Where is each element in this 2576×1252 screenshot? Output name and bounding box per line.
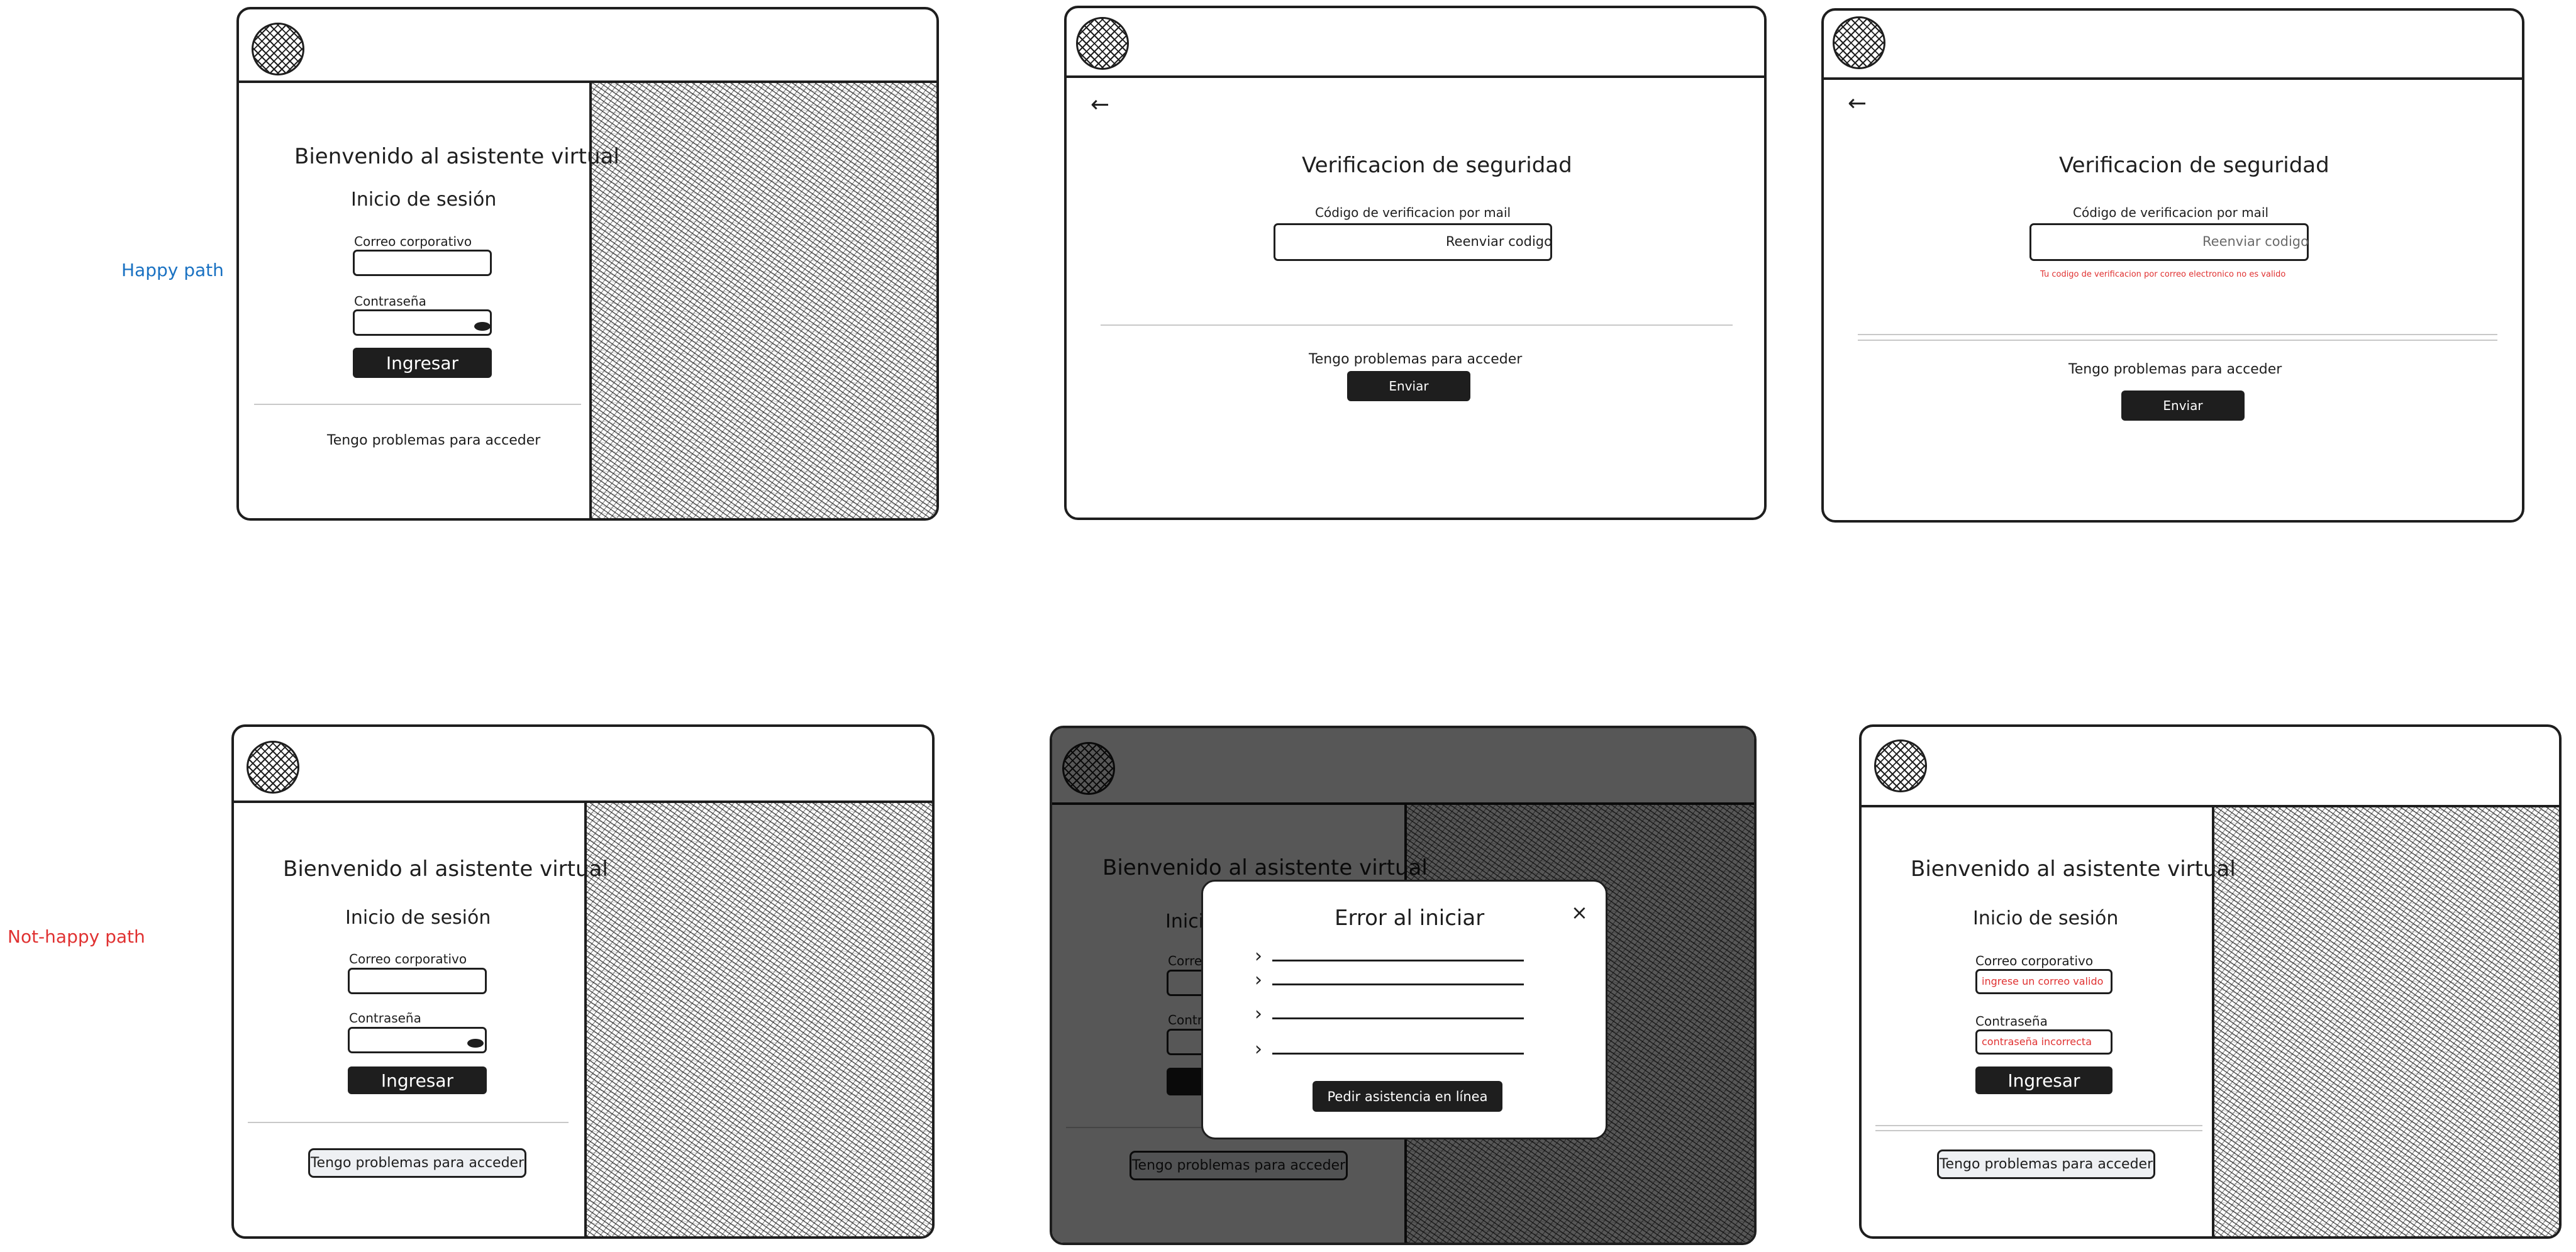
verification-title: Verificacion de seguridad xyxy=(2059,153,2329,178)
login-error-modal-frame: Bienvenido al asistente virtual Inicio d… xyxy=(1050,726,1757,1245)
email-label: Correo corporativo xyxy=(354,234,472,249)
frame-header xyxy=(1067,8,1764,78)
verification-code-label: Código de verificacion por mail xyxy=(1315,205,1511,220)
frame-header xyxy=(234,727,932,803)
avatar-placeholder-icon xyxy=(252,23,304,75)
chevron-right-icon: › xyxy=(1255,1038,1262,1060)
password-field[interactable] xyxy=(353,309,492,336)
frame-header xyxy=(1824,11,2522,80)
arrow-left-icon[interactable]: ← xyxy=(1091,92,1109,118)
verification-error-frame: ← Verificacion de seguridad Código de ve… xyxy=(1821,8,2524,523)
hatched-image-panel xyxy=(589,83,936,518)
frame-header xyxy=(239,9,936,83)
login-validation-frame: Bienvenido al asistente virtual Inicio d… xyxy=(1859,724,2562,1239)
password-label: Contraseña xyxy=(1975,1014,2048,1029)
password-error-message: contraseña incorrecta xyxy=(1982,1036,2092,1048)
login-submit-button[interactable]: Ingresar xyxy=(1975,1066,2112,1094)
verification-code-label: Código de verificacion por mail xyxy=(2073,205,2269,220)
avatar-placeholder-icon xyxy=(1874,740,1927,792)
not-happy-path-label: Not-happy path xyxy=(8,926,145,947)
frame-header xyxy=(1862,727,2559,807)
divider xyxy=(1875,1125,2202,1126)
chevron-right-icon: › xyxy=(1255,969,1262,991)
error-item-line xyxy=(1272,960,1524,961)
avatar-placeholder-icon xyxy=(247,741,299,794)
eye-icon[interactable] xyxy=(467,1039,484,1048)
hatched-image-panel xyxy=(584,803,932,1236)
verification-frame: ← Verificacion de seguridad Código de ve… xyxy=(1064,6,1767,520)
eye-icon[interactable] xyxy=(474,322,491,331)
resend-code-link[interactable]: Reenviar codigo xyxy=(1446,234,1552,249)
happy-path-label: Happy path xyxy=(121,260,224,280)
email-field[interactable] xyxy=(353,250,492,276)
login-title: Inicio de sesión xyxy=(345,907,491,929)
login-frame-not-happy: Bienvenido al asistente virtual Inicio d… xyxy=(231,724,935,1239)
login-submit-button[interactable]: Ingresar xyxy=(353,348,492,378)
email-field[interactable] xyxy=(348,968,487,994)
send-button[interactable]: Enviar xyxy=(2121,391,2245,421)
login-submit-button[interactable]: Ingresar xyxy=(348,1066,487,1094)
help-link[interactable]: Tengo problemas para acceder xyxy=(2068,362,2282,377)
chevron-right-icon: › xyxy=(1255,945,1262,967)
welcome-title: Bienvenido al asistente virtual xyxy=(283,856,608,882)
password-label: Contraseña xyxy=(349,1011,421,1026)
divider xyxy=(1858,340,2497,341)
error-modal-title: Error al iniciar xyxy=(1335,906,1485,931)
divider xyxy=(1101,324,1733,326)
verification-title: Verificacion de seguridad xyxy=(1302,153,1572,178)
close-icon[interactable]: × xyxy=(1571,900,1588,924)
help-link[interactable]: Tengo problemas para acceder xyxy=(1309,352,1522,367)
divider xyxy=(1858,334,2497,335)
divider xyxy=(1875,1130,2202,1131)
welcome-title: Bienvenido al asistente virtual xyxy=(1911,856,2236,882)
chevron-right-icon: › xyxy=(1255,1003,1262,1025)
divider xyxy=(248,1122,569,1123)
error-item-line xyxy=(1272,1017,1524,1019)
login-frame-happy: Bienvenido al asistente virtual Inicio d… xyxy=(236,7,939,521)
email-label: Correo corporativo xyxy=(1975,953,2094,968)
error-item-line xyxy=(1272,983,1524,985)
welcome-title: Bienvenido al asistente virtual xyxy=(294,144,619,169)
help-button[interactable]: Tengo problemas para acceder xyxy=(1937,1150,2155,1179)
request-assistance-button[interactable]: Pedir asistencia en línea xyxy=(1313,1081,1502,1112)
resend-code-link[interactable]: Reenviar codigo xyxy=(2202,234,2309,249)
email-label: Correo corporativo xyxy=(349,951,467,967)
password-field[interactable] xyxy=(348,1027,487,1053)
verification-error-message: Tu codigo de verificacion por correo ele… xyxy=(2040,270,2286,279)
divider xyxy=(254,404,581,405)
password-label: Contraseña xyxy=(354,294,426,309)
avatar-placeholder-icon xyxy=(1833,16,1885,69)
email-error-message: ingrese un correo valido xyxy=(1982,975,2104,987)
error-item-line xyxy=(1272,1053,1524,1055)
help-link[interactable]: Tengo problemas para acceder xyxy=(327,433,540,448)
error-modal: Error al iniciar × › › › › Pedir asisten… xyxy=(1201,880,1607,1139)
login-title: Inicio de sesión xyxy=(351,189,497,211)
avatar-placeholder-icon xyxy=(1076,17,1129,70)
login-title: Inicio de sesión xyxy=(1973,907,2119,929)
help-button[interactable]: Tengo problemas para acceder xyxy=(308,1148,526,1178)
send-button[interactable]: Enviar xyxy=(1347,371,1470,401)
hatched-image-panel xyxy=(2212,807,2559,1236)
arrow-left-icon[interactable]: ← xyxy=(1848,91,1867,116)
